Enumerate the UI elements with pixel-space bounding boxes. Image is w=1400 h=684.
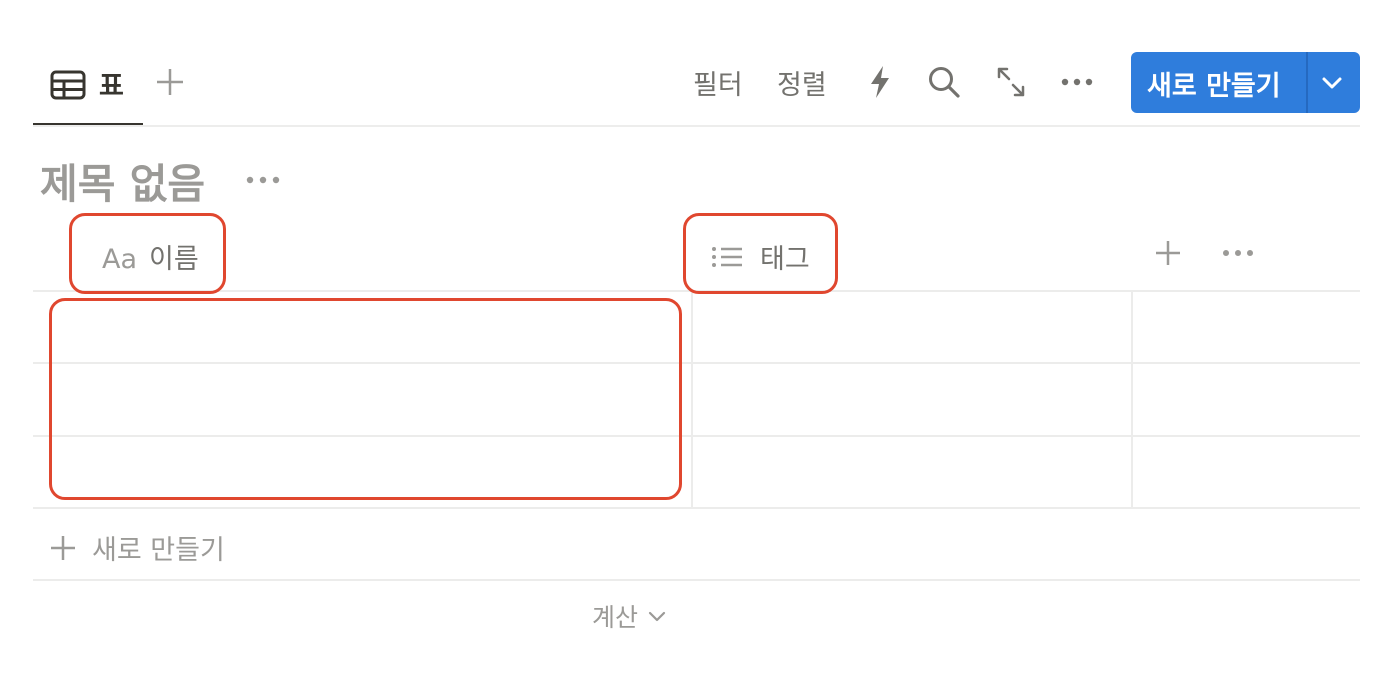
column-divider <box>1131 292 1133 508</box>
automation-button[interactable] <box>864 64 896 104</box>
chevron-down-icon <box>1322 77 1342 89</box>
lightning-icon <box>871 66 889 98</box>
footer-divider <box>33 579 1360 581</box>
tab-table-view[interactable]: 표 <box>33 52 143 126</box>
table-icon <box>50 70 86 104</box>
more-options-button[interactable] <box>1060 72 1094 96</box>
title-more-button[interactable] <box>244 170 282 194</box>
new-button-dropdown[interactable] <box>1315 69 1349 101</box>
database-title[interactable]: 제목 없음 <box>40 150 205 210</box>
ellipsis-icon <box>1223 250 1253 256</box>
new-button-divider <box>1306 52 1308 113</box>
ellipsis-icon <box>1061 78 1093 86</box>
row-divider <box>33 507 1360 509</box>
highlight-tags-header <box>683 213 838 294</box>
add-view-button[interactable] <box>152 62 188 102</box>
calculate-button[interactable]: 계산 <box>592 598 668 634</box>
search-icon <box>929 67 960 98</box>
toolbar-divider <box>33 125 1360 127</box>
table-cell-tags[interactable] <box>693 292 1131 362</box>
calculate-label: 계산 <box>592 603 639 632</box>
new-row-label: 새로 만들기 <box>92 535 225 566</box>
new-row-button[interactable]: 새로 만들기 <box>48 528 225 567</box>
table-cell-tags[interactable] <box>693 437 1131 507</box>
expand-icon <box>997 67 1025 97</box>
highlight-name-cells <box>49 298 682 500</box>
filter-button[interactable]: 필터 <box>693 63 743 102</box>
search-button[interactable] <box>926 64 962 104</box>
ellipsis-icon <box>246 176 280 184</box>
add-column-button[interactable] <box>1151 236 1185 274</box>
highlight-name-header <box>69 213 226 294</box>
column-more-button[interactable] <box>1221 243 1255 267</box>
plus-icon <box>1156 241 1180 265</box>
sort-button[interactable]: 정렬 <box>777 63 827 102</box>
new-button[interactable]: 새로 만들기 <box>1131 52 1360 113</box>
table-cell-tags[interactable] <box>693 364 1131 435</box>
tab-table-label: 표 <box>99 71 124 102</box>
expand-button[interactable] <box>995 64 1027 104</box>
plus-icon <box>51 535 75 560</box>
plus-icon <box>157 69 183 95</box>
new-button-label: 새로 만들기 <box>1147 71 1281 102</box>
chevron-down-icon <box>648 611 666 622</box>
